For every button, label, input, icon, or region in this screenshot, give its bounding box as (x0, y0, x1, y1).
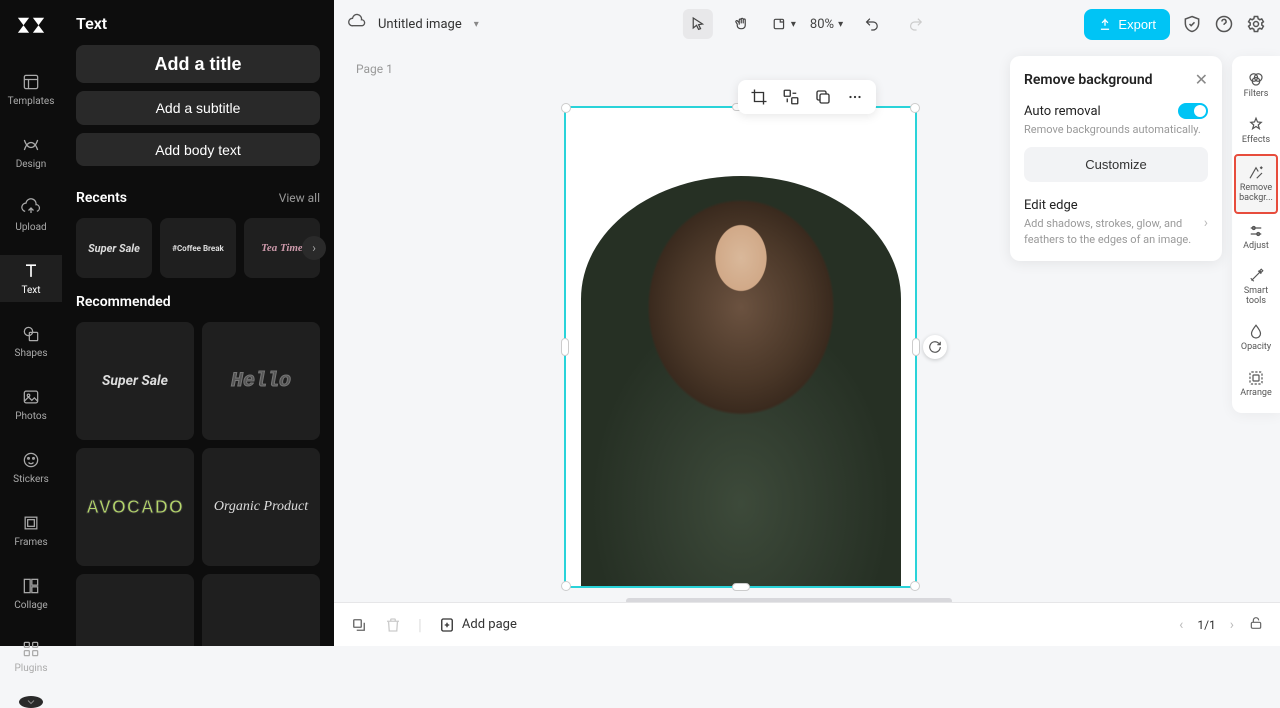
rail-adjust[interactable]: Adjust (1234, 214, 1278, 260)
nav-design[interactable]: Design (0, 129, 62, 176)
remove-bg-panel: Remove background ✕ Auto removal Remove … (1010, 56, 1222, 261)
nav-rail: Templates Design Upload Text Shapes Phot… (0, 0, 62, 646)
recents-viewall[interactable]: View all (279, 191, 320, 205)
right-rail: Filters Effects Remove backgr... Adjust … (1232, 56, 1280, 413)
customize-button[interactable]: Customize (1024, 147, 1208, 182)
add-title-button[interactable]: Add a title (76, 45, 320, 83)
side-panel-title: Text (76, 14, 320, 33)
nav-shapes[interactable]: Shapes (0, 318, 62, 365)
rec-item[interactable]: AVOCADO (76, 448, 194, 566)
lock-icon[interactable] (1248, 615, 1264, 634)
replace-icon[interactable] (782, 88, 800, 106)
auto-removal-sub: Remove backgrounds automatically. (1024, 122, 1208, 137)
nav-plugins[interactable]: Plugins (0, 633, 62, 680)
auto-removal-label: Auto removal (1024, 104, 1101, 119)
chevron-right-icon: › (1204, 215, 1208, 231)
recent-item[interactable]: #Coffee Break (160, 218, 236, 278)
settings-icon[interactable] (1246, 14, 1266, 34)
resize-handle-mb[interactable] (732, 583, 750, 591)
more-icon[interactable] (846, 88, 864, 106)
rec-item[interactable]: Business Agency (202, 574, 320, 646)
resize-handle-br[interactable] (910, 581, 920, 591)
nav-templates[interactable]: Templates (0, 66, 62, 113)
rail-filters[interactable]: Filters (1234, 62, 1278, 108)
rail-opacity[interactable]: Opacity (1234, 315, 1278, 361)
resize-handle-ml[interactable] (561, 338, 569, 356)
resize-handle-bl[interactable] (561, 581, 571, 591)
rec-item[interactable]: Organic Product (202, 448, 320, 566)
resize-handle-tl[interactable] (561, 103, 571, 113)
duplicate-icon[interactable] (814, 88, 832, 106)
add-page-button[interactable]: Add page (438, 616, 517, 634)
pointer-tool[interactable] (683, 9, 713, 39)
selection-box[interactable] (564, 106, 917, 588)
rail-arrange[interactable]: Arrange (1234, 361, 1278, 407)
rotate-handle[interactable] (923, 335, 947, 359)
subject-image (581, 176, 901, 586)
resize-dropdown[interactable]: ▾ (771, 16, 796, 32)
nav-upload[interactable]: Upload (0, 192, 62, 239)
add-subtitle-button[interactable]: Add a subtitle (76, 91, 320, 124)
doc-title[interactable]: Untitled image (378, 17, 462, 32)
rail-remove-bg[interactable]: Remove backgr... (1234, 154, 1278, 214)
page-indicator: 1/1 (1197, 618, 1215, 632)
crop-icon[interactable] (750, 88, 768, 106)
recommended-heading: Recommended (76, 294, 171, 310)
add-body-button[interactable]: Add body text (76, 133, 320, 166)
trash-icon (384, 616, 402, 634)
zoom-dropdown[interactable]: 80% ▾ (810, 17, 843, 32)
resize-handle-mr[interactable] (912, 338, 920, 356)
resize-handle-tr[interactable] (910, 103, 920, 113)
horizontal-scrollbar[interactable] (626, 598, 952, 602)
close-icon[interactable]: ✕ (1195, 70, 1208, 89)
redo-button[interactable] (901, 9, 931, 39)
undo-button[interactable] (857, 9, 887, 39)
rec-item[interactable]: NEW OPEN (76, 574, 194, 646)
layers-icon[interactable] (350, 616, 368, 634)
selection-toolbar (738, 80, 876, 114)
bottombar: | Add page ‹ 1/1 › (334, 602, 1280, 646)
nav-photos[interactable]: Photos (0, 381, 62, 428)
rail-effects[interactable]: Effects (1234, 108, 1278, 154)
nav-text[interactable]: Text (0, 255, 62, 302)
recents-next-arrow[interactable]: › (302, 236, 326, 260)
cloud-icon[interactable] (348, 13, 366, 35)
next-page[interactable]: › (1230, 617, 1234, 633)
export-button[interactable]: Export (1084, 9, 1170, 40)
nav-stickers[interactable]: Stickers (0, 444, 62, 491)
panel-title: Remove background (1024, 72, 1153, 88)
side-panel: Text Add a title Add a subtitle Add body… (62, 0, 334, 646)
recents-heading: Recents (76, 190, 127, 206)
edit-edge-row[interactable]: Edit edge Add shadows, strokes, glow, an… (1024, 198, 1208, 247)
nav-frames[interactable]: Frames (0, 507, 62, 554)
auto-removal-toggle[interactable] (1178, 103, 1208, 119)
doc-title-dropdown[interactable]: ▾ (474, 19, 479, 30)
nav-collage[interactable]: Collage (0, 570, 62, 617)
rail-smart-tools[interactable]: Smart tools (1234, 259, 1278, 315)
recent-item[interactable]: Super Sale (76, 218, 152, 278)
app-logo[interactable] (16, 14, 46, 38)
rec-item[interactable]: Hello (202, 322, 320, 440)
rec-item[interactable]: Super Sale (76, 322, 194, 440)
topbar: Untitled image ▾ ▾ 80% ▾ (334, 0, 1280, 48)
help-icon[interactable] (1214, 14, 1234, 34)
nav-more[interactable] (19, 696, 43, 708)
prev-page[interactable]: ‹ (1179, 617, 1183, 633)
hand-tool[interactable] (727, 9, 757, 39)
shield-icon[interactable] (1182, 14, 1202, 34)
